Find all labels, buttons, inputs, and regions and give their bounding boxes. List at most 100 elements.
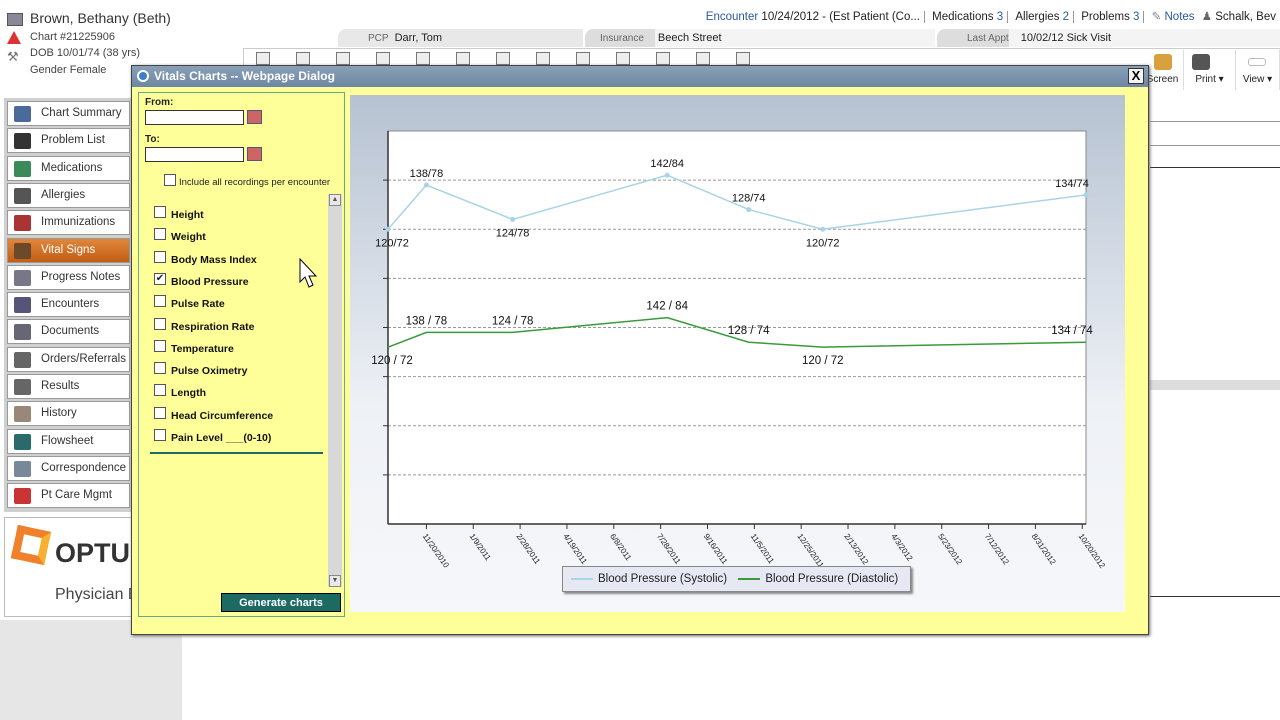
sidebar-item-label: History: [41, 407, 77, 420]
sidebar-item-label: Encounters: [41, 298, 100, 311]
vital-checkbox[interactable]: [154, 317, 166, 330]
data-point: [510, 216, 516, 222]
vital-checkbox[interactable]: [154, 206, 166, 218]
encounter-link[interactable]: Encounter 10/24/2012 - (Est Patient (Co.…: [701, 11, 925, 23]
print-button[interactable]: Print ▾: [1184, 50, 1236, 90]
notes-link[interactable]: ✎ Notes: [1148, 11, 1199, 23]
vital-checkbox[interactable]: [154, 362, 166, 375]
legend-item-systolic[interactable]: Blood Pressure (Systolic): [571, 573, 727, 585]
from-date-input[interactable]: [145, 110, 244, 125]
sidebar-item-icon: [14, 160, 31, 177]
data-point: [746, 207, 752, 213]
from-calendar-icon[interactable]: [247, 110, 262, 124]
sidebar-item-problem-list[interactable]: Problem List: [7, 128, 130, 154]
close-button[interactable]: X: [1128, 68, 1144, 84]
vital-label: Pain Level ___(0-10): [171, 432, 272, 444]
sidebar-item-pt-care-mgmt[interactable]: Pt Care Mgmt: [7, 483, 130, 509]
patient-name[interactable]: Brown, Bethany (Beth): [30, 10, 171, 26]
bp-chart: 11/20/2010 1/9/2011 2/28/2011 4/19/2011 6/8/…: [350, 95, 1125, 612]
x-tick-label: 11/5/2011: [749, 532, 776, 566]
to-label: To:: [145, 134, 160, 145]
data-label: 124 / 78: [492, 315, 534, 327]
allergies-link[interactable]: Allergies 2: [1011, 11, 1075, 23]
include-all-checkbox[interactable]: [164, 174, 176, 186]
sidebar-item-icon: [14, 324, 31, 341]
dialog-titlebar[interactable]: Vitals Charts -- Webpage Dialog X: [132, 66, 1148, 87]
legend-item-diastolic[interactable]: Blood Pressure (Diastolic): [738, 573, 898, 585]
user-menu[interactable]: ♟ Schalk, Bev: [1202, 11, 1276, 23]
printer-icon: [1192, 54, 1210, 70]
vital-checkbox[interactable]: [154, 250, 166, 263]
data-label: 138 / 78: [406, 315, 448, 327]
x-tick-label: 6/8/2011: [608, 532, 633, 563]
sidebar-item-label: Orders/Referrals: [41, 352, 126, 365]
sidebar-item-allergies[interactable]: Allergies: [7, 182, 130, 208]
pcp-banner: PCP Darr, Tom: [338, 29, 583, 47]
logo-mark-icon: [10, 524, 52, 566]
generate-charts-button[interactable]: Generate charts: [221, 593, 341, 612]
toolbar-icon[interactable]: [336, 52, 350, 65]
to-date-input[interactable]: [145, 147, 244, 162]
toolbar-icon[interactable]: [456, 52, 470, 65]
sidebar-item-orders-referrals[interactable]: Orders/Referrals: [7, 346, 130, 372]
toolbar-icon[interactable]: [296, 52, 310, 65]
toolbar-icon[interactable]: [696, 52, 710, 65]
medications-link[interactable]: Medications 3: [928, 11, 1009, 23]
toolbar-icon[interactable]: [616, 52, 630, 65]
scroll-down-icon[interactable]: ▼: [329, 575, 341, 587]
vital-checkbox[interactable]: [154, 339, 166, 352]
pcp-value: Darr, Tom: [394, 32, 443, 44]
scroll-up-icon[interactable]: ▲: [329, 194, 341, 206]
sidebar-item-icon: [14, 488, 31, 505]
sidebar-item-chart-summary[interactable]: Chart Summary: [7, 101, 130, 126]
to-calendar-icon[interactable]: [247, 147, 262, 161]
sidebar-item-history[interactable]: History: [7, 401, 130, 427]
vital-label: Weight: [171, 231, 206, 244]
ie-icon: [137, 70, 149, 82]
sidebar-item-icon: [14, 433, 31, 450]
sidebar-item-results[interactable]: Results: [7, 374, 130, 399]
toolbar-icon[interactable]: [656, 52, 670, 65]
divider: [150, 452, 323, 454]
toolbar-icon[interactable]: [256, 52, 270, 65]
sidebar-item-flowsheet[interactable]: Flowsheet: [7, 428, 130, 454]
sidebar-item-label: Pt Care Mgmt: [41, 489, 112, 502]
sidebar-item-documents[interactable]: Documents: [7, 319, 130, 345]
vital-label: Pulse Rate: [171, 298, 225, 311]
vitals-scrollbar[interactable]: ▲ ▼: [328, 194, 342, 587]
vital-checkbox[interactable]: [154, 295, 166, 308]
vital-label: Temperature: [171, 342, 234, 355]
sidebar-item-immunizations[interactable]: Immunizations: [7, 210, 130, 236]
vital-checkbox[interactable]: [154, 384, 166, 397]
sidebar-item-icon: [14, 106, 31, 122]
data-label: 128 / 74: [728, 325, 770, 337]
sidebar-item-vital-signs[interactable]: Vital Signs: [7, 237, 130, 263]
toolbar-icon[interactable]: [576, 52, 590, 65]
vital-label: Blood Pressure: [171, 275, 249, 288]
encounter-summary-bar: Encounter 10/24/2012 - (Est Patient (Co.…: [701, 9, 1276, 23]
sidebar-item-icon: [14, 379, 31, 395]
sidebar-item-label: Documents: [41, 325, 100, 338]
view-button[interactable]: View ▾: [1236, 50, 1280, 90]
vital-checkbox[interactable]: [154, 406, 166, 419]
vital-checkbox[interactable]: [154, 228, 166, 241]
from-label: From:: [145, 97, 174, 108]
vital-checkbox[interactable]: ✔: [154, 272, 166, 285]
sidebar-item-correspondence[interactable]: Correspondence: [7, 455, 130, 481]
data-point: [385, 226, 391, 232]
sidebar-item-encounters[interactable]: Encounters: [7, 292, 130, 318]
toolbar-icon[interactable]: [536, 52, 550, 65]
alert-icon: [7, 31, 21, 44]
data-label: 138/78: [410, 168, 444, 180]
sidebar-item-medications[interactable]: Medications: [7, 155, 130, 181]
logo-brand: OPTUM: [55, 538, 131, 568]
sidebar-item-progress-notes[interactable]: Progress Notes: [7, 264, 130, 290]
x-tick-label: 5/23/2012: [936, 532, 964, 567]
vital-checkbox[interactable]: [154, 429, 166, 441]
toolbar-icon[interactable]: [736, 52, 750, 65]
toolbar-icon[interactable]: [416, 52, 430, 65]
toolbar-icon[interactable]: [376, 52, 390, 65]
problems-link[interactable]: Problems 3: [1077, 11, 1145, 23]
data-label: 120 / 72: [802, 355, 844, 367]
toolbar-icon[interactable]: [496, 52, 510, 65]
